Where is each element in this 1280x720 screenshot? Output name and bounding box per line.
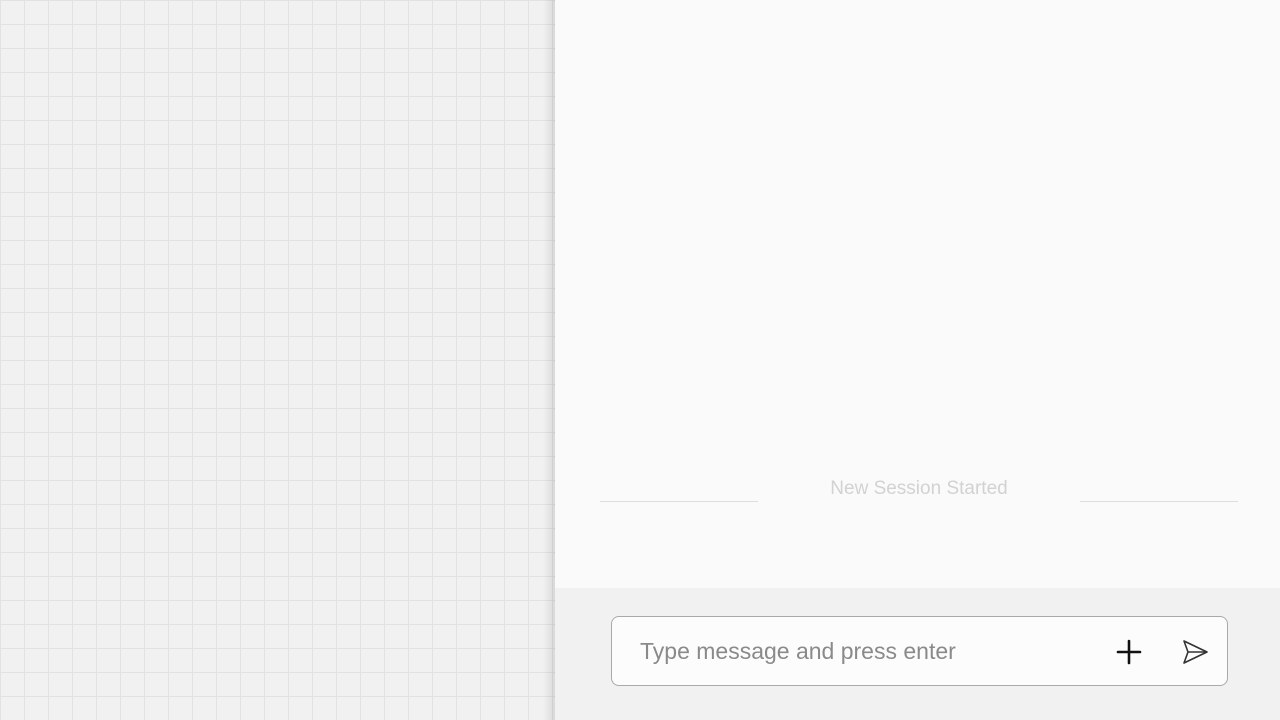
session-divider-label: New Session Started bbox=[830, 478, 1008, 499]
divider-line-right bbox=[1080, 501, 1238, 502]
add-attachment-button[interactable] bbox=[1112, 635, 1146, 669]
composer-area bbox=[555, 588, 1280, 720]
send-button[interactable] bbox=[1178, 635, 1212, 669]
message-input[interactable] bbox=[640, 637, 1080, 665]
plus-icon bbox=[1116, 639, 1142, 665]
send-icon bbox=[1183, 640, 1208, 664]
flow-canvas[interactable] bbox=[0, 0, 555, 720]
chat-panel: New Session Started bbox=[555, 0, 1280, 720]
message-composer bbox=[611, 616, 1228, 686]
app-root: New Session Started bbox=[0, 0, 1280, 720]
message-list[interactable]: New Session Started bbox=[555, 0, 1280, 588]
divider-line-left bbox=[600, 501, 758, 502]
session-divider: New Session Started bbox=[600, 476, 1238, 502]
